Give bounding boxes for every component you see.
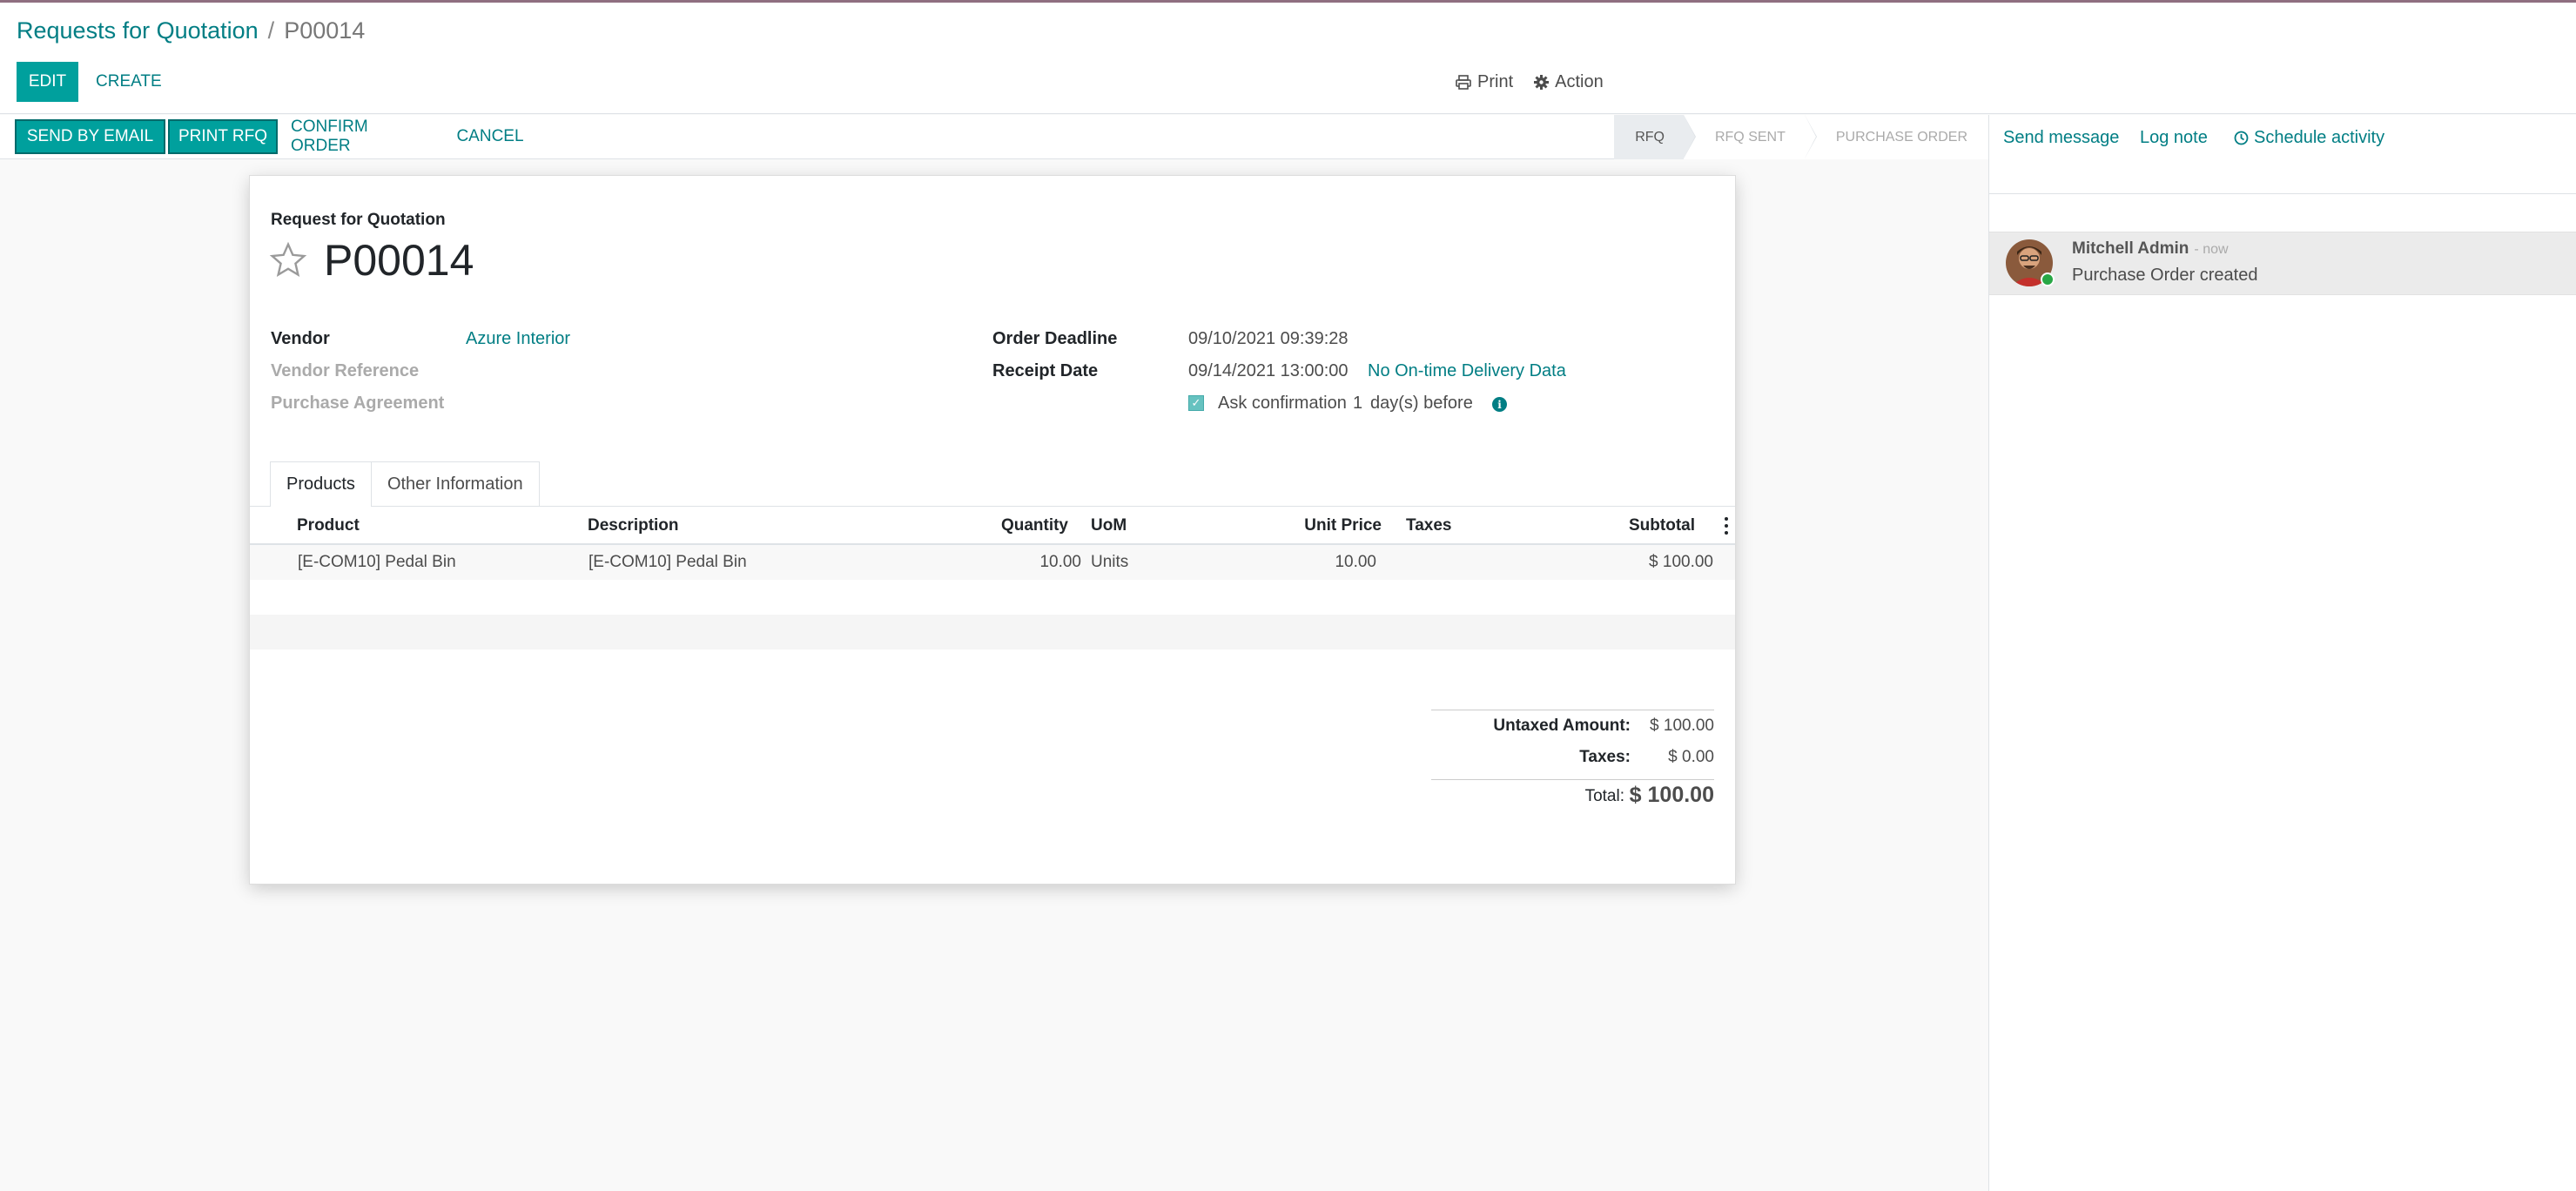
create-button[interactable]: CREATE <box>96 62 162 102</box>
online-status-icon <box>2041 273 2055 286</box>
taxes-label: Taxes: <box>1579 748 1631 766</box>
message-time: - now <box>2194 242 2229 257</box>
vendor-value-link[interactable]: Azure Interior <box>466 329 570 349</box>
cell-quantity: 10.00 <box>1039 553 1081 571</box>
info-icon[interactable]: i <box>1492 397 1507 412</box>
untaxed-amount-label: Untaxed Amount: <box>1493 717 1631 735</box>
cell-uom: Units <box>1091 553 1129 571</box>
gear-icon <box>1534 74 1550 90</box>
column-quantity[interactable]: Quantity <box>999 507 1068 545</box>
stage-rfq[interactable]: RFQ <box>1614 115 1696 159</box>
purchase-agreement-label: Purchase Agreement <box>271 394 445 413</box>
optional-columns-icon[interactable] <box>1725 517 1728 535</box>
column-description[interactable]: Description <box>588 507 679 545</box>
confirmation-days-value[interactable]: 1 <box>1353 394 1362 414</box>
confirmation-days-suffix: day(s) before <box>1370 394 1473 413</box>
column-taxes[interactable]: Taxes <box>1406 507 1451 545</box>
stage-rfq-sent[interactable]: RFQ SENT <box>1683 115 1817 159</box>
empty-table-row <box>250 615 1735 649</box>
total-value: $ 100.00 <box>1629 783 1714 807</box>
taxes-value: $ 0.00 <box>1668 748 1714 766</box>
printer-icon <box>1456 74 1471 90</box>
tab-products[interactable]: Products <box>270 461 372 507</box>
ask-confirmation-checkbox[interactable]: ✓ <box>1188 395 1204 411</box>
message-author-name[interactable]: Mitchell Admin <box>2072 239 2189 258</box>
stage-purchase-order[interactable]: PURCHASE ORDER <box>1804 115 1988 159</box>
print-menu[interactable]: Print <box>1456 72 1513 92</box>
on-time-delivery-link[interactable]: No On-time Delivery Data <box>1368 361 1566 381</box>
record-name: P00014 <box>324 236 474 285</box>
form-sheet: Request for Quotation P00014 Vendor Azur… <box>249 175 1736 885</box>
breadcrumb-current: P00014 <box>284 17 366 44</box>
control-panel-actions: Print Action <box>1456 62 1604 102</box>
message-author: Mitchell Admin - now <box>2072 239 2229 259</box>
chatter-topbar: Send message Log note Schedule activity <box>1989 115 2576 194</box>
control-panel: Requests for Quotation / P00014 EDIT CRE… <box>0 3 2576 114</box>
vendor-label: Vendor <box>271 329 330 348</box>
totals-bottom-divider <box>1431 779 1714 780</box>
column-product[interactable]: Product <box>297 507 360 545</box>
order-deadline-label: Order Deadline <box>992 329 1118 348</box>
form-statusbar: SEND BY EMAIL PRINT RFQ CONFIRM ORDER CA… <box>0 115 1988 159</box>
log-note-button[interactable]: Log note <box>2140 125 2208 150</box>
print-label: Print <box>1477 71 1514 91</box>
send-by-email-button[interactable]: SEND BY EMAIL <box>15 119 165 154</box>
order-deadline-value: 09/10/2021 09:39:28 <box>1188 329 1349 348</box>
total-label: Total: <box>1584 787 1624 805</box>
column-unit-price[interactable]: Unit Price <box>1295 507 1382 545</box>
cell-product: [E-COM10] Pedal Bin <box>298 553 456 571</box>
table-row[interactable]: [E-COM10] Pedal Bin [E-COM10] Pedal Bin … <box>250 545 1735 580</box>
schedule-activity-button[interactable]: Schedule activity <box>2234 125 2384 150</box>
notebook-tabs: Products Other Information <box>270 461 540 507</box>
breadcrumb-separator: / <box>267 17 275 44</box>
untaxed-amount-value: $ 100.00 <box>1650 717 1714 735</box>
action-menu[interactable]: Action <box>1534 72 1604 92</box>
chatter-panel: Send message Log note Schedule activity … <box>1988 115 2576 1191</box>
breadcrumb-parent-link[interactable]: Requests for Quotation <box>17 17 259 44</box>
breadcrumb: Requests for Quotation / P00014 <box>17 17 365 44</box>
chatter-message: Mitchell Admin - now Purchase Order creat… <box>1989 232 2576 295</box>
clock-icon <box>2234 131 2249 145</box>
cancel-button[interactable]: CANCEL <box>451 119 529 154</box>
send-message-button[interactable]: Send message <box>2003 125 2119 150</box>
order-lines-header: Product Description Quantity UoM Unit Pr… <box>250 507 1735 545</box>
receipt-date-label: Receipt Date <box>992 361 1099 380</box>
tab-other-information[interactable]: Other Information <box>370 461 540 507</box>
ask-confirmation-label: Ask confirmation <box>1218 394 1347 413</box>
form-subtitle: Request for Quotation <box>271 211 446 229</box>
confirm-order-button[interactable]: CONFIRM ORDER <box>291 118 430 155</box>
print-rfq-button[interactable]: PRINT RFQ <box>168 119 278 154</box>
edit-button[interactable]: EDIT <box>17 62 78 102</box>
message-body: Purchase Order created <box>2072 266 2258 285</box>
schedule-activity-label: Schedule activity <box>2254 127 2385 147</box>
column-subtotal[interactable]: Subtotal <box>1591 507 1695 545</box>
vendor-reference-label: Vendor Reference <box>271 361 420 380</box>
cell-unit-price: 10.00 <box>1335 553 1376 571</box>
cell-description: [E-COM10] Pedal Bin <box>589 553 747 571</box>
action-label: Action <box>1555 71 1604 91</box>
receipt-date-value: 09/14/2021 13:00:00 <box>1188 361 1349 380</box>
status-stages: RFQ RFQ SENT PURCHASE ORDER <box>1614 115 1988 159</box>
cell-subtotal: $ 100.00 <box>1649 553 1713 571</box>
column-uom[interactable]: UoM <box>1091 507 1127 545</box>
star-icon[interactable] <box>269 241 307 279</box>
